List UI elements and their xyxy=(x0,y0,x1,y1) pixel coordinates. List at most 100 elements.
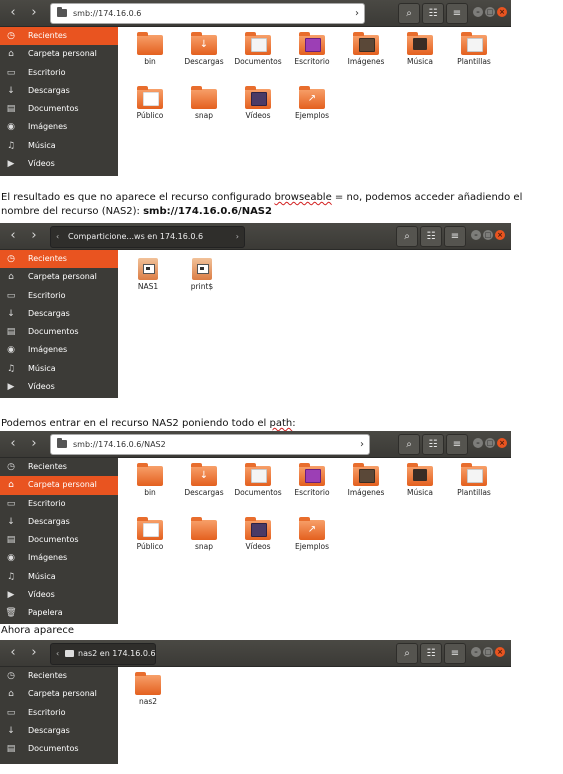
sidebar-item[interactable]: ⌂ Carpeta personal xyxy=(0,268,118,286)
sidebar-item[interactable]: ▤ Documentos xyxy=(0,323,118,341)
search-button[interactable]: ⌕ xyxy=(396,643,418,664)
path-crumb[interactable]: ‹ nas2 en 174.16.0.6 xyxy=(50,643,156,665)
go-arrow-icon[interactable]: › xyxy=(360,435,364,454)
file-item[interactable]: ↗ Ejemplos xyxy=(282,86,342,120)
sidebar-item[interactable]: ♫ Música xyxy=(0,568,118,586)
file-item[interactable]: Plantillas xyxy=(444,32,504,66)
forward-button[interactable]: › xyxy=(24,3,44,23)
close-button[interactable]: × xyxy=(497,438,507,448)
sidebar-item[interactable]: ♫ Música xyxy=(0,360,118,378)
file-item[interactable]: Escritorio xyxy=(282,32,342,66)
file-item[interactable]: Público xyxy=(120,517,180,551)
sidebar-item[interactable]: ▶ Vídeos xyxy=(0,378,118,396)
file-item[interactable]: Público xyxy=(120,86,180,120)
path-crumb[interactable]: ‹ Comparticione...ws en 174.16.0.6 › xyxy=(50,226,245,248)
forward-button[interactable]: › xyxy=(24,643,44,663)
sidebar-item[interactable]: ◷ Recientes xyxy=(0,250,118,269)
file-item[interactable]: nas2 xyxy=(118,672,178,706)
sidebar-item-icon: ♫ xyxy=(6,571,16,582)
file-item[interactable]: Escritorio xyxy=(282,463,342,497)
folder-emblem-icon xyxy=(305,38,321,52)
file-item[interactable]: snap xyxy=(174,517,234,551)
file-item[interactable]: Vídeos xyxy=(228,86,288,120)
view-button[interactable]: ☷ xyxy=(420,643,442,664)
search-button[interactable]: ⌕ xyxy=(398,3,420,24)
back-button[interactable]: ‹ xyxy=(3,3,23,23)
sidebar-item[interactable]: ▭ Escritorio xyxy=(0,64,118,82)
file-item[interactable]: print$ xyxy=(172,258,232,291)
sidebar-item[interactable]: ◷ Recientes xyxy=(0,667,118,685)
sidebar-item[interactable]: 🗑 Papelera xyxy=(0,604,118,622)
sidebar-item[interactable]: ◉ Imágenes xyxy=(0,341,118,359)
sidebar-item[interactable]: ◉ Imágenes xyxy=(0,118,118,136)
file-item[interactable]: Plantillas xyxy=(444,463,504,497)
file-item[interactable]: Vídeos xyxy=(228,517,288,551)
file-item[interactable]: Imágenes xyxy=(336,463,396,497)
sidebar-item[interactable]: ▤ Documentos xyxy=(0,100,118,118)
close-button[interactable]: × xyxy=(495,647,505,657)
file-item[interactable]: snap xyxy=(174,86,234,120)
search-button[interactable]: ⌕ xyxy=(398,434,420,455)
minimize-button[interactable]: – xyxy=(471,230,481,240)
folder-emblem-icon xyxy=(359,38,375,52)
menu-button[interactable]: ≡ xyxy=(446,434,468,455)
file-item[interactable]: Música xyxy=(390,32,450,66)
file-item[interactable]: Música xyxy=(390,463,450,497)
sidebar-item[interactable]: ◉ Imágenes xyxy=(0,549,118,567)
view-button[interactable]: ☷ xyxy=(422,434,444,455)
back-button[interactable]: ‹ xyxy=(3,643,23,663)
maximize-button[interactable]: □ xyxy=(485,438,495,448)
view-button[interactable]: ☷ xyxy=(420,226,442,247)
sidebar-item[interactable]: ▭ Escritorio xyxy=(0,495,118,513)
sidebar-item[interactable]: ↓ Descargas xyxy=(0,305,118,323)
minimize-button[interactable]: – xyxy=(473,438,483,448)
sidebar-item[interactable]: ▭ Escritorio xyxy=(0,287,118,305)
file-item[interactable]: ↓ Descargas xyxy=(174,463,234,497)
file-item[interactable]: bin xyxy=(120,32,180,66)
file-item[interactable]: Documentos xyxy=(228,32,288,66)
sidebar-item[interactable]: ▶ Vídeos xyxy=(0,586,118,604)
sidebar-item[interactable]: ⌂ Carpeta personal xyxy=(0,476,118,495)
back-button[interactable]: ‹ xyxy=(3,226,23,246)
sidebar-item[interactable]: ↓ Descargas xyxy=(0,82,118,100)
close-button[interactable]: × xyxy=(497,7,507,17)
location-bar[interactable]: smb://174.16.0.6 › xyxy=(50,3,365,24)
file-item-label: Ejemplos xyxy=(294,111,330,120)
minimize-button[interactable]: – xyxy=(473,7,483,17)
go-arrow-icon[interactable]: › xyxy=(355,4,359,23)
file-item[interactable]: Imágenes xyxy=(336,32,396,66)
sidebar-item[interactable]: ▭ Escritorio xyxy=(0,704,118,722)
sidebar-item[interactable]: ▤ Documentos xyxy=(0,740,118,758)
sidebar-item[interactable]: ↓ Descargas xyxy=(0,513,118,531)
sidebar-item[interactable]: ♫ Música xyxy=(0,137,118,155)
folder-icon xyxy=(135,672,161,695)
maximize-button[interactable]: □ xyxy=(483,230,493,240)
file-item[interactable]: Documentos xyxy=(228,463,288,497)
view-button[interactable]: ☷ xyxy=(422,3,444,24)
folder-emblem-icon xyxy=(359,469,375,483)
sidebar-item[interactable]: ▶ Vídeos xyxy=(0,155,118,173)
forward-button[interactable]: › xyxy=(24,226,44,246)
minimize-button[interactable]: – xyxy=(471,647,481,657)
sidebar-item[interactable]: ⌂ Carpeta personal xyxy=(0,45,118,63)
sidebar-item[interactable]: ◷ Recientes xyxy=(0,458,118,476)
sidebar-item[interactable]: ⌂ Carpeta personal xyxy=(0,685,118,703)
back-button[interactable]: ‹ xyxy=(3,434,23,454)
sidebar-item[interactable]: ▤ Documentos xyxy=(0,531,118,549)
sidebar-item[interactable]: ↓ Descargas xyxy=(0,722,118,740)
menu-button[interactable]: ≡ xyxy=(444,643,466,664)
file-item[interactable]: ↗ Ejemplos xyxy=(282,517,342,551)
menu-button[interactable]: ≡ xyxy=(446,3,468,24)
maximize-button[interactable]: □ xyxy=(483,647,493,657)
file-item[interactable]: NAS1 xyxy=(118,258,178,291)
close-button[interactable]: × xyxy=(495,230,505,240)
location-bar[interactable]: smb://174.16.0.6/NAS2 › xyxy=(50,434,370,455)
sidebar-item-icon: ⌂ xyxy=(8,689,14,700)
maximize-button[interactable]: □ xyxy=(485,7,495,17)
search-button[interactable]: ⌕ xyxy=(396,226,418,247)
menu-button[interactable]: ≡ xyxy=(444,226,466,247)
file-item[interactable]: ↓ Descargas xyxy=(174,32,234,66)
file-item[interactable]: bin xyxy=(120,463,180,497)
sidebar-item[interactable]: ◷ Recientes xyxy=(0,27,118,46)
forward-button[interactable]: › xyxy=(24,434,44,454)
